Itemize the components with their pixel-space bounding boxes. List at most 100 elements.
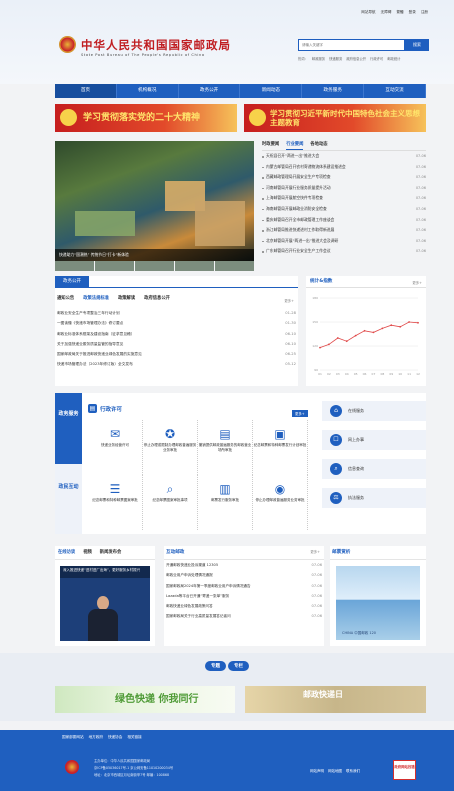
interaction-item-title[interactable]: 国家邮政局2024年第一季度邮政业用户申诉情况通告	[166, 581, 251, 591]
news-item[interactable]: 浙江邮管局推进快递进村工作取得新进展 07-06	[262, 225, 426, 236]
gov-item[interactable]: 快递市场管理办法（2023年修订版）全文发布 05-12	[57, 359, 296, 369]
news-item-title[interactable]: 广东邮管局召开行业安全生产工作会议	[262, 246, 398, 257]
side-tab-interaction[interactable]: 政民互动	[55, 464, 82, 534]
footer-link[interactable]: 快递协会	[108, 735, 122, 740]
tab-interview[interactable]: 在线访谈	[58, 549, 75, 556]
service-link[interactable]: ⚖ 执法服务	[322, 488, 426, 508]
error-report-badge[interactable]: 政府网站找错	[393, 760, 416, 780]
national-emblem-logo[interactable]	[59, 36, 76, 53]
license-item[interactable]: ✪ 停止办理或限制办理邮政普遍服务业务审批	[143, 420, 198, 475]
carousel-thumb[interactable]	[215, 261, 254, 271]
hot-word[interactable]: 政府信息公开	[346, 56, 366, 61]
footer-link[interactable]: 网站地图	[328, 769, 342, 774]
interaction-item[interactable]: 邮政快递业绿色发展政策问答 07-06	[166, 601, 322, 611]
interaction-item-title[interactable]: 国家邮政局关于行业高质量发展答记者问	[166, 611, 231, 621]
green-delivery-banner[interactable]: 绿色快递 你我同行	[55, 686, 235, 713]
news-item[interactable]: 天祝县召开“两进一出”推进大会 07-06	[262, 151, 426, 162]
top-link[interactable]: 无障碍	[381, 10, 392, 15]
hot-word[interactable]: 邮政统计	[387, 56, 400, 61]
interaction-item[interactable]: 国家邮政局关于行业高质量发展答记者问 07-06	[166, 611, 322, 621]
site-title[interactable]: 中华人民共和国国家邮政局	[81, 37, 231, 53]
interaction-item[interactable]: Lazada等平台已开通“寄递一张单”服务 07-06	[166, 591, 322, 601]
gov-more-link[interactable]: 更多+	[284, 298, 294, 303]
license-item[interactable]: ☰ 纪念邮票和特种邮票图案审批	[88, 475, 143, 530]
gov-item-title[interactable]: 邮政业标准体系框架及建设指南（征求意见稿）	[57, 329, 134, 339]
gov-item-title[interactable]: 一图读懂《快递市场管理办法》修订要点	[57, 318, 123, 328]
tab-politics[interactable]: 时政要闻	[262, 141, 279, 150]
service-link[interactable]: ⌂ 在线服务	[322, 401, 426, 421]
footer-link[interactable]: 联系我们	[346, 769, 360, 774]
gov-item-title[interactable]: 国家邮政局关于推进邮政快递业绿色发展的实施意见	[57, 349, 142, 359]
stamp-image[interactable]: CHINA 中国邮政 120	[336, 566, 420, 640]
news-item[interactable]: 广东邮管局召开行业安全生产工作会议 07-06	[262, 246, 426, 257]
footer-link[interactable]: 网站声明	[310, 769, 324, 774]
tab-local[interactable]: 各地动态	[310, 141, 327, 150]
banner-left[interactable]: 学习贯彻落实党的二十大精神	[55, 104, 237, 132]
license-item[interactable]: ◉ 停止办理邮政普遍服务业务审批	[253, 475, 308, 530]
gov-item[interactable]: 国家邮政局关于推进邮政快递业绿色发展的实施意见 06-25	[57, 349, 296, 359]
tab-video[interactable]: 视频	[83, 549, 92, 556]
gov-item[interactable]: 邮政业标准体系框架及建设指南（征求意见稿） 06-10	[57, 329, 296, 339]
gov-item-title[interactable]: 关于加强快递业服务质量监管的指导意见	[57, 339, 123, 349]
gov-item-title[interactable]: 快递市场管理办法（2023年修订版）全文发布	[57, 359, 133, 369]
news-item-title[interactable]: 河南邮管局开展行业服务质量提升活动	[262, 183, 398, 194]
tab-notices[interactable]: 通知公告	[57, 295, 74, 308]
search-button[interactable]: 搜索	[405, 39, 429, 51]
news-item[interactable]: 重庆邮管局召开全市邮政管理工作座谈会 07-06	[262, 215, 426, 226]
footer-link[interactable]: 相关链接	[127, 735, 141, 740]
side-tab-gov-services[interactable]: 政务服务	[55, 393, 82, 464]
special-label[interactable]: 专题	[205, 661, 226, 671]
postal-day-banner[interactable]: 邮政快递日	[245, 686, 426, 713]
tab-press[interactable]: 新闻发布会	[100, 549, 121, 556]
gov-item[interactable]: 一图读懂《快递市场管理办法》修订要点 01-30	[57, 318, 296, 328]
footer-link[interactable]: 地方政府	[89, 735, 103, 740]
interaction-item[interactable]: 国家邮政局2024年第一季度邮政业用户申诉情况通告 07-06	[166, 581, 322, 591]
interaction-item-title[interactable]: 邮政快递业绿色发展政策问答	[166, 601, 213, 611]
stats-more-link[interactable]: 更多+	[412, 280, 422, 285]
interaction-item-title[interactable]: 开通邮政快递业投诉渠道 12305	[166, 560, 218, 570]
carousel-thumb[interactable]	[55, 261, 94, 271]
news-carousel[interactable]: 快递助力“国潮热” 传统节日“打卡”新体验	[55, 141, 254, 261]
top-link[interactable]: 注册	[421, 10, 428, 15]
service-link[interactable]: ☐ 网上办事	[322, 430, 426, 450]
news-item[interactable]: 上海邮管局开展航空快件专项检查 07-06	[262, 193, 426, 204]
news-item[interactable]: 内蒙古邮管局召开农村寄递物流体系建设推进会 07-06	[262, 162, 426, 173]
news-item-title[interactable]: 西藏邮政管理局开展安全生产专项检查	[262, 172, 398, 183]
nav-about[interactable]: 机构概况	[117, 84, 179, 98]
nav-interaction[interactable]: 互动交流	[364, 84, 426, 98]
tab-disclosure[interactable]: 政府信息公开	[144, 295, 170, 308]
service-link[interactable]: ⌕ 信息查询	[322, 459, 426, 479]
footer-link[interactable]: 国家部委网站	[62, 735, 84, 740]
license-item[interactable]: ▣ 纪念邮票和特种邮票发行计划审批	[253, 420, 308, 475]
license-item[interactable]: ✉ 快递业务经营许可	[88, 420, 143, 475]
hot-word[interactable]: 行政许可	[370, 56, 383, 61]
interaction-more-link[interactable]: 更多+	[310, 549, 320, 554]
gov-item[interactable]: 关于加强快递业服务质量监管的指导意见 06-10	[57, 339, 296, 349]
hot-word[interactable]: 快递服务	[329, 56, 342, 61]
carousel-thumb[interactable]	[135, 261, 174, 271]
top-link[interactable]: 登录	[409, 10, 416, 15]
news-item[interactable]: 北京邮管局开展“两进一出”推进大会及调研 07-06	[262, 236, 426, 247]
stats-line-chart[interactable]: 9012015018001 02 03 04 05 06 07 08 09 10 11 12	[306, 288, 426, 386]
news-item-title[interactable]: 北京邮管局开展“两进一出”推进大会及调研	[262, 236, 398, 247]
tab-industry[interactable]: 行业要闻	[286, 141, 304, 150]
search-input[interactable]	[298, 39, 405, 51]
news-item-title[interactable]: 天祝县召开“两进一出”推进大会	[262, 151, 398, 162]
news-item-title[interactable]: 上海邮管局开展航空快件专项检查	[262, 193, 398, 204]
interaction-item-title[interactable]: 邮政业用户申诉处理情况通报	[166, 570, 213, 580]
gov-item-title[interactable]: 邮政业安全生产专项整治三年行动计划	[57, 308, 120, 318]
interview-video[interactable]: 深入推进快递“进村进厂出海”，更好服务乡村振兴	[60, 566, 150, 641]
news-item[interactable]: 海南邮管局开展邮政业消防安全检查 07-06	[262, 204, 426, 215]
license-item[interactable]: ▤ 撤销提供邮政普遍服务的邮政营业场所审批	[198, 420, 253, 475]
services-more-link[interactable]: 更多+	[292, 410, 308, 417]
interaction-item[interactable]: 开通邮政快递业投诉渠道 12305 07-06	[166, 560, 322, 570]
news-item-title[interactable]: 浙江邮管局推进快递进村工作取得新进展	[262, 225, 398, 236]
news-item[interactable]: 河南邮管局开展行业服务质量提升活动 07-06	[262, 183, 426, 194]
nav-gov-info[interactable]: 政务公开	[179, 84, 241, 98]
license-item[interactable]: ▥ 邮票发行服务审批	[198, 475, 253, 530]
top-link[interactable]: 网站导航	[361, 10, 375, 15]
news-item-title[interactable]: 海南邮管局开展邮政业消防安全检查	[262, 204, 398, 215]
hot-word[interactable]: 邮政服务	[312, 56, 325, 61]
nav-news[interactable]: 新闻动态	[240, 84, 303, 98]
carousel-thumb[interactable]	[95, 261, 134, 271]
